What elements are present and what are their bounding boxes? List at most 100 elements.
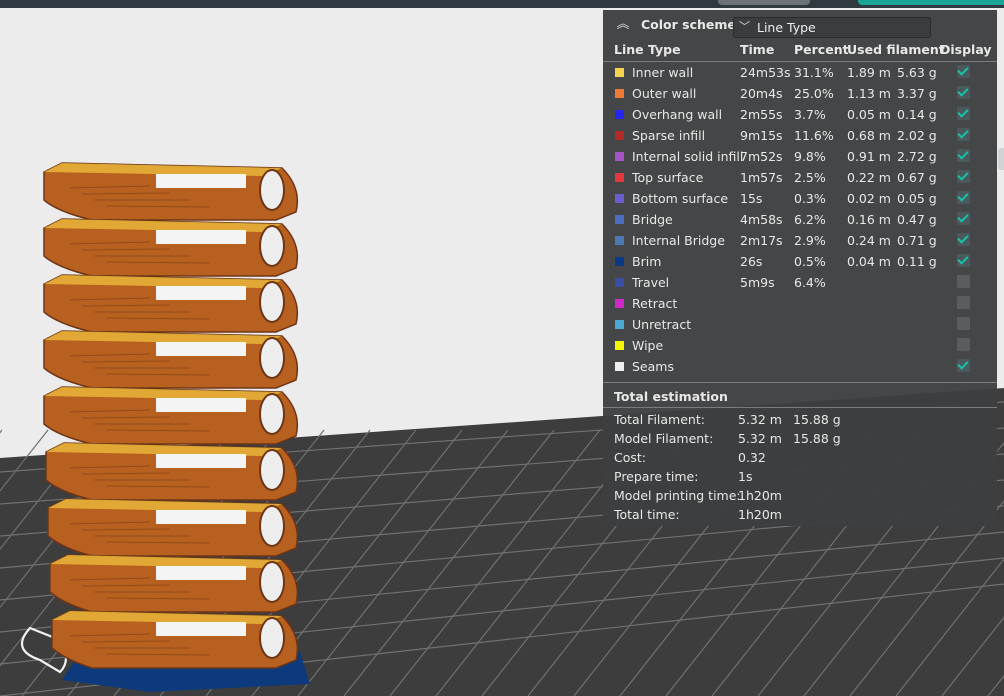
total-label: Prepare time:: [614, 469, 699, 484]
line-type-row[interactable]: Bridge 4m58s 6.2% 0.16 m 0.47 g: [603, 209, 997, 230]
collapse-up-icon[interactable]: ︽: [615, 18, 631, 34]
display-checkbox[interactable]: [957, 86, 970, 99]
display-checkbox[interactable]: [957, 296, 970, 309]
color-swatch: [615, 320, 624, 329]
model-hole: [259, 281, 285, 323]
line-type-time: 2m55s: [740, 107, 783, 122]
line-type-time: 15s: [740, 191, 763, 206]
line-type-row[interactable]: Brim 26s 0.5% 0.04 m 0.11 g: [603, 251, 997, 272]
totals-divider-top: [603, 382, 997, 383]
line-type-row[interactable]: Wipe: [603, 335, 997, 356]
color-scheme-dropdown[interactable]: ﹀ Line Type: [733, 17, 931, 38]
line-type-percent: 2.9%: [794, 233, 826, 248]
line-type-row[interactable]: Travel 5m9s 6.4%: [603, 272, 997, 293]
total-value: 1h20m: [738, 488, 782, 503]
model-window: [156, 286, 246, 300]
col-header-percent: Percent: [794, 42, 849, 57]
line-type-row[interactable]: Bottom surface 15s 0.3% 0.02 m 0.05 g: [603, 188, 997, 209]
col-header-display: Display: [940, 42, 992, 57]
total-estimation-title: Total estimation: [614, 389, 728, 404]
color-swatch: [615, 362, 624, 371]
display-checkbox[interactable]: [957, 275, 970, 288]
line-type-percent: 9.8%: [794, 149, 826, 164]
line-type-time: 20m4s: [740, 86, 783, 101]
col-header-line-type: Line Type: [614, 42, 681, 57]
line-type-time: 26s: [740, 254, 763, 269]
display-checkbox[interactable]: [957, 254, 970, 267]
line-type-row[interactable]: Internal Bridge 2m17s 2.9% 0.24 m 0.71 g: [603, 230, 997, 251]
total-label: Model printing time:: [614, 488, 741, 503]
display-checkbox[interactable]: [957, 359, 970, 372]
display-checkbox[interactable]: [957, 317, 970, 330]
total-row: Total Filament: 5.32 m 15.88 g: [603, 412, 997, 431]
total-label: Cost:: [614, 450, 647, 465]
line-type-time: 7m52s: [740, 149, 783, 164]
display-checkbox[interactable]: [957, 107, 970, 120]
line-type-row[interactable]: Inner wall 24m53s 31.1% 1.89 m 5.63 g: [603, 62, 997, 83]
gcode-legend-panel: ︽ Color scheme ﹀ Line Type Line Type Tim…: [603, 10, 997, 526]
line-type-weight: 0.71 g: [897, 233, 937, 248]
col-header-time: Time: [740, 42, 775, 57]
line-type-row[interactable]: Seams: [603, 356, 997, 377]
line-type-row[interactable]: Unretract: [603, 314, 997, 335]
line-type-weight: 0.11 g: [897, 254, 937, 269]
line-type-length: 0.91 m: [847, 149, 891, 164]
color-scheme-label: Color scheme: [641, 17, 736, 32]
total-label: Model Filament:: [614, 431, 714, 446]
display-checkbox[interactable]: [957, 149, 970, 162]
collapse-sidebar-handle[interactable]: [998, 148, 1004, 170]
line-type-label: Brim: [632, 254, 662, 269]
line-type-length: 0.16 m: [847, 212, 891, 227]
line-type-row[interactable]: Sparse infill 9m15s 11.6% 0.68 m 2.02 g: [603, 125, 997, 146]
total-value: 0.32: [738, 450, 766, 465]
total-row: Total time: 1h20m: [603, 507, 997, 526]
line-type-length: 0.24 m: [847, 233, 891, 248]
line-type-time: 1m57s: [740, 170, 783, 185]
total-label: Total Filament:: [614, 412, 705, 427]
total-value-secondary: 15.88 g: [793, 431, 841, 446]
color-swatch: [615, 299, 624, 308]
line-type-percent: 3.7%: [794, 107, 826, 122]
line-type-weight: 0.47 g: [897, 212, 937, 227]
total-row: Prepare time: 1s: [603, 469, 997, 488]
display-checkbox[interactable]: [957, 170, 970, 183]
line-type-label: Overhang wall: [632, 107, 723, 122]
color-swatch: [615, 215, 624, 224]
model-hole: [259, 337, 285, 379]
line-type-length: 1.89 m: [847, 65, 891, 80]
display-checkbox[interactable]: [957, 212, 970, 225]
line-type-length: 0.02 m: [847, 191, 891, 206]
model-hole: [259, 617, 285, 659]
line-type-time: 24m53s: [740, 65, 791, 80]
model-hole: [259, 169, 285, 211]
line-type-time: 2m17s: [740, 233, 783, 248]
line-type-weight: 2.02 g: [897, 128, 937, 143]
line-type-percent: 6.2%: [794, 212, 826, 227]
totals-divider: [603, 407, 997, 408]
display-checkbox[interactable]: [957, 338, 970, 351]
total-row: Cost: 0.32: [603, 450, 997, 469]
display-checkbox[interactable]: [957, 128, 970, 141]
line-type-row[interactable]: Retract: [603, 293, 997, 314]
col-header-used-filament: Used filament: [847, 42, 945, 57]
line-type-row[interactable]: Top surface 1m57s 2.5% 0.22 m 0.67 g: [603, 167, 997, 188]
display-checkbox[interactable]: [957, 191, 970, 204]
color-swatch: [615, 131, 624, 140]
line-type-percent: 0.3%: [794, 191, 826, 206]
total-value: 5.32 m: [738, 431, 782, 446]
line-type-row[interactable]: Internal solid infill 7m52s 9.8% 0.91 m 2.72…: [603, 146, 997, 167]
line-type-weight: 2.72 g: [897, 149, 937, 164]
model-hole: [259, 225, 285, 267]
line-type-label: Unretract: [632, 317, 692, 332]
line-type-weight: 3.37 g: [897, 86, 937, 101]
line-type-label: Sparse infill: [632, 128, 706, 143]
line-type-row[interactable]: Outer wall 20m4s 25.0% 1.13 m 3.37 g: [603, 83, 997, 104]
total-value: 1s: [738, 469, 753, 484]
display-checkbox[interactable]: [957, 65, 970, 78]
color-swatch: [615, 152, 624, 161]
line-type-percent: 31.1%: [794, 65, 834, 80]
line-type-label: Internal Bridge: [632, 233, 725, 248]
line-type-row[interactable]: Overhang wall 2m55s 3.7% 0.05 m 0.14 g: [603, 104, 997, 125]
line-type-percent: 0.5%: [794, 254, 826, 269]
display-checkbox[interactable]: [957, 233, 970, 246]
